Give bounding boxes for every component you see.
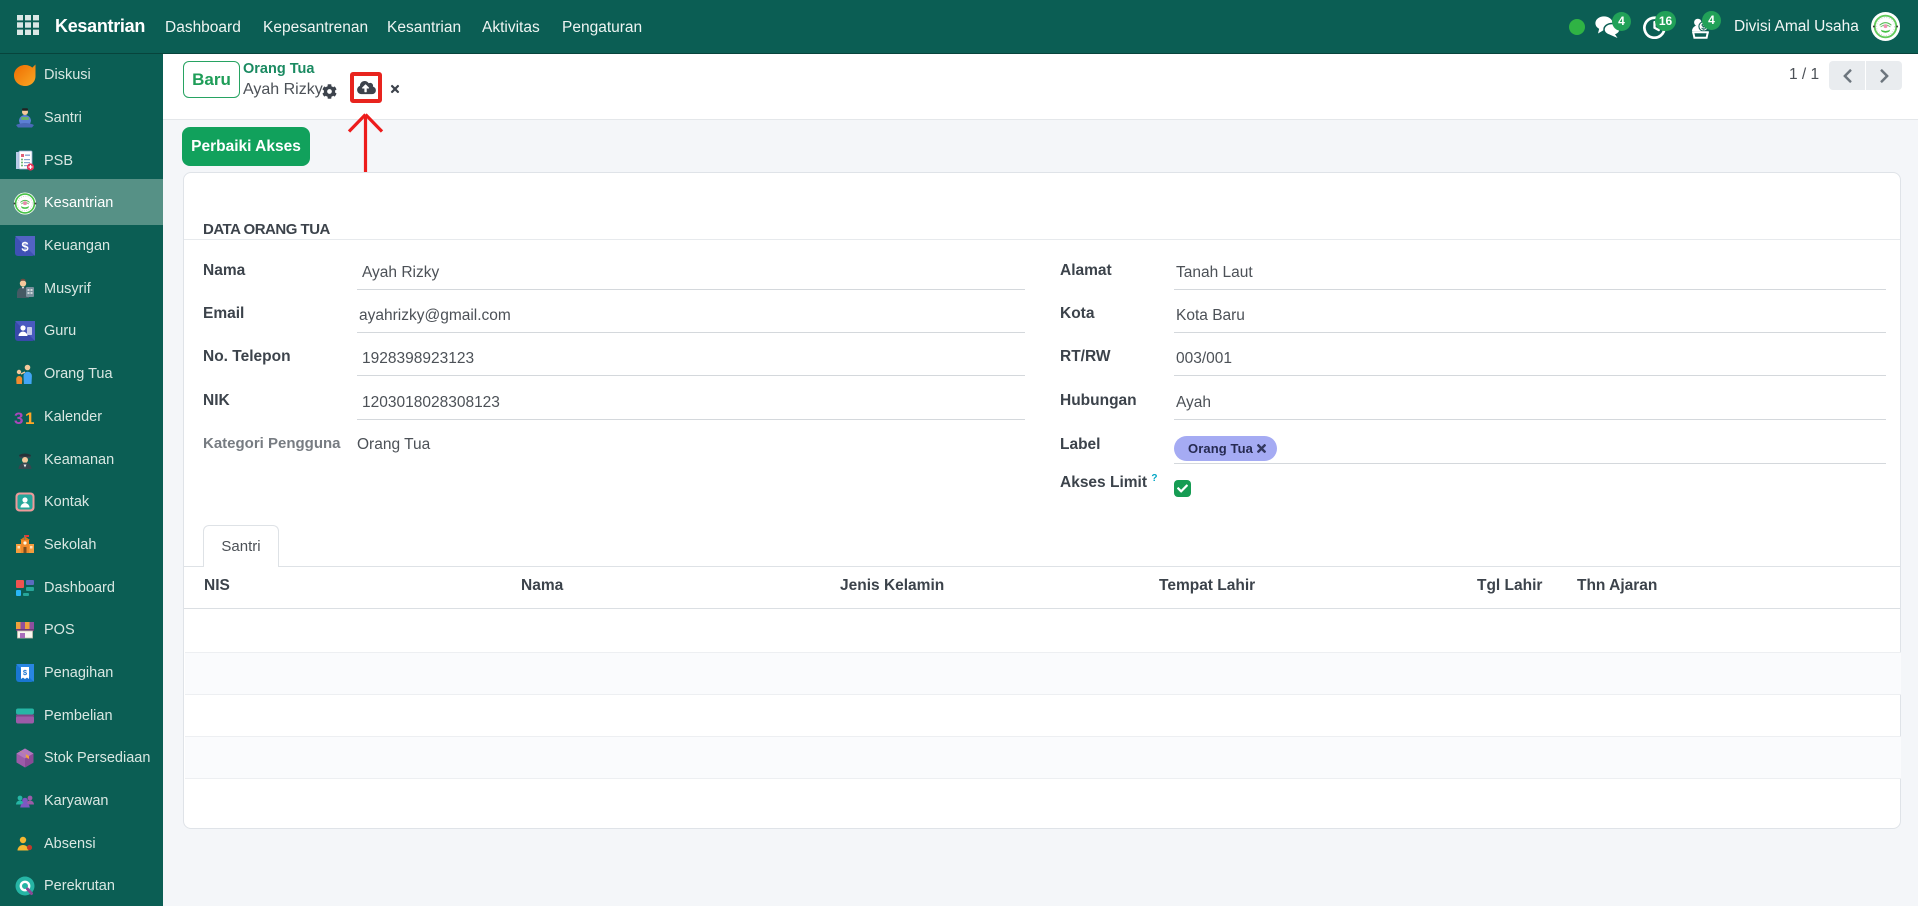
svg-text:3: 3: [14, 409, 23, 428]
svg-text:$: $: [21, 239, 29, 254]
svg-text:1: 1: [25, 409, 34, 428]
